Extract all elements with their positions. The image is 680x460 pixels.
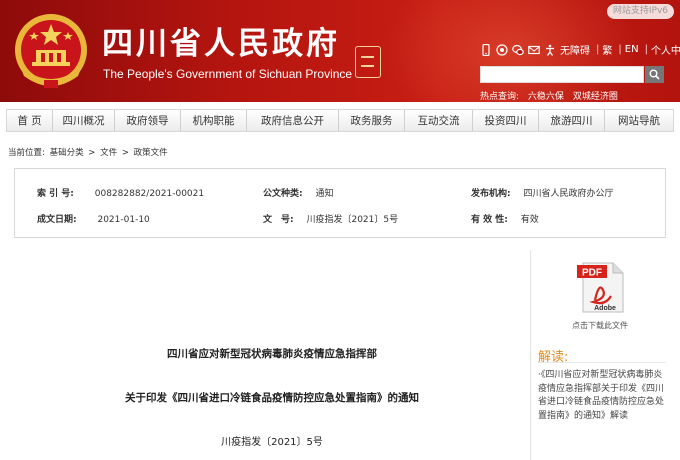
site-title-cn[interactable]: 四川省人民政府 [102,18,340,63]
breadcrumb-separator: > [88,148,96,158]
index-number-value: 008282882/2021-00021 [94,189,205,199]
search-input[interactable] [480,66,644,83]
search-button[interactable] [645,66,664,83]
hot-topic-link[interactable]: 六稳六保 [528,92,564,102]
doc-number-label: 文 号: [263,215,294,225]
document-number: 川疫指发〔2021〕5号 [221,437,323,448]
accessibility-icon[interactable] [544,44,556,56]
site-header: 网站支持IPv6 四川省人民政府 The People's Government… [0,0,680,102]
validity-field: 有 效 性: 有效 [471,212,539,225]
separator: | [644,44,648,55]
document-body: 四川省应对新型冠状病毒肺炎疫情应急指挥部 关于印发《四川省进口冷链食品疫情防控应… [14,250,530,460]
breadcrumb: 当前位置: 基础分类 > 文件 > 政策文件 [8,146,170,158]
breadcrumb-item[interactable]: 基础分类 [50,148,84,158]
document-meta-box: 索 引 号: 008282882/2021-00021 公文种类: 通知 发布机… [14,168,666,238]
breadcrumb-item[interactable]: 政策文件 [134,148,168,158]
doc-type-field: 公文种类: 通知 [263,186,334,199]
main-nav: 首 页 四川概况 政府领导 机构职能 政府信息公开 政务服务 互动交流 投资四川… [6,109,674,132]
breadcrumb-separator: > [121,148,129,158]
seal-icon [355,46,381,78]
weibo-icon[interactable] [496,43,508,56]
nav-item-functions[interactable]: 机构职能 [181,110,247,131]
document-issuer: 四川省应对新型冠状病毒肺炎疫情应急指挥部 [167,348,377,360]
pdf-download-link[interactable]: PDF Adobe [575,260,627,314]
nav-item-tourism[interactable]: 旅游四川 [539,110,605,131]
hot-topic-link[interactable]: 双城经济圈 [573,92,618,102]
nav-item-invest[interactable]: 投资四川 [473,110,539,131]
doc-number-field: 文 号: 川疫指发〔2021〕5号 [263,212,398,225]
doc-type-value: 通知 [315,189,334,199]
sidebar-divider [530,250,531,460]
index-number-label: 索 引 号: [37,189,74,199]
email-icon[interactable] [528,44,540,56]
doc-number-value: 川疫指发〔2021〕5号 [306,215,399,225]
hot-topics: 热点查询: 六稳六保 双城经济圈 [480,89,624,102]
separator: | [618,44,622,55]
nav-item-sitemap[interactable]: 网站导航 [605,110,673,131]
index-number-field: 索 引 号: 008282882/2021-00021 [37,186,204,199]
top-toolbar: 无障碍 | 繁 | EN | 个人中心 [480,42,680,57]
wechat-icon[interactable] [512,44,524,56]
breadcrumb-label: 当前位置: [8,148,45,158]
doc-type-label: 公文种类: [263,189,303,199]
nav-item-overview[interactable]: 四川概况 [53,110,115,131]
ipv6-badge[interactable]: 网站支持IPv6 [606,4,674,19]
document-title: 关于印发《四川省进口冷链食品疫情防控应急处置指南》的通知 [125,392,419,404]
search-icon [649,69,660,80]
national-emblem-icon[interactable] [8,10,94,92]
nav-item-services[interactable]: 政务服务 [339,110,405,131]
download-label[interactable]: 点击下载此文件 [540,320,660,331]
personal-center-link[interactable]: 个人中心 [651,42,680,57]
nav-item-leaders[interactable]: 政府领导 [115,110,181,131]
nav-item-home[interactable]: 首 页 [7,110,53,131]
publisher-label: 发布机构: [471,189,511,199]
traditional-chinese-link[interactable]: 繁 [602,42,612,57]
date-label: 成文日期: [37,215,77,225]
validity-value: 有效 [520,215,539,225]
accessible-link[interactable]: 无障碍 [560,42,590,57]
english-link[interactable]: EN [625,44,639,55]
hot-topics-label: 热点查询: [480,92,520,102]
breadcrumb-item[interactable]: 文件 [100,148,117,158]
publisher-field: 发布机构: 四川省人民政府办公厅 [471,186,614,199]
publisher-value: 四川省人民政府办公厅 [523,189,614,199]
date-value: 2021-01-10 [97,215,150,225]
site-title-en: The People's Government of Sichuan Provi… [103,67,353,81]
separator: | [596,44,600,55]
validity-label: 有 效 性: [471,215,508,225]
pdf-badge-text: PDF [582,268,602,279]
date-field: 成文日期: 2021-01-10 [37,212,150,225]
pdf-file-icon: PDF Adobe [577,262,624,313]
nav-item-info-disclosure[interactable]: 政府信息公开 [247,110,339,131]
mobile-icon[interactable] [480,43,492,56]
nav-item-interaction[interactable]: 互动交流 [405,110,473,131]
interpretation-divider [538,362,666,363]
adobe-brand-text: Adobe [594,305,616,312]
interpretation-link[interactable]: ·《四川省应对新型冠状病毒肺炎疫情应急指挥部关于印发《四川省进口冷链食品疫情防控… [538,369,668,423]
